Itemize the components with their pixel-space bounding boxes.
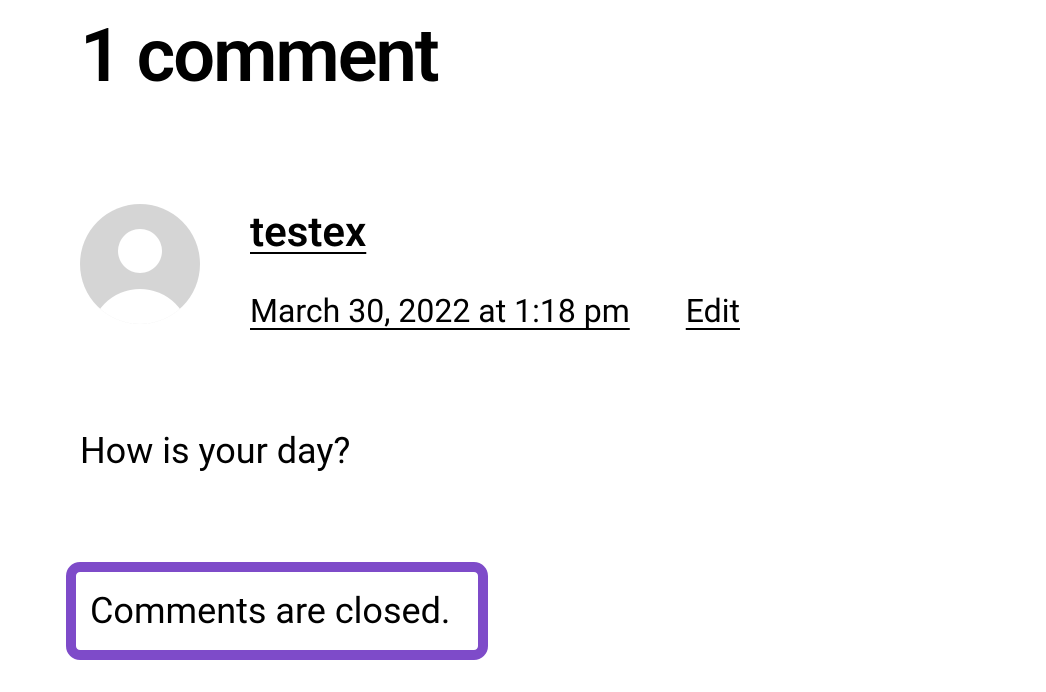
comments-closed-notice: Comments are closed. — [66, 562, 488, 660]
comment-author-link[interactable]: testex — [250, 208, 740, 257]
comments-title: 1 comment — [80, 20, 966, 94]
comment-date-row: March 30, 2022 at 1:18 pm Edit — [250, 292, 740, 330]
comment-meta: testex March 30, 2022 at 1:18 pm Edit — [250, 204, 740, 330]
avatar — [80, 204, 200, 324]
avatar-placeholder-icon — [80, 204, 200, 324]
comment-date-link[interactable]: March 30, 2022 at 1:18 pm — [250, 292, 630, 330]
comment-body: How is your day? — [80, 430, 966, 472]
edit-link[interactable]: Edit — [686, 292, 740, 330]
comment-header: testex March 30, 2022 at 1:18 pm Edit — [80, 204, 966, 330]
